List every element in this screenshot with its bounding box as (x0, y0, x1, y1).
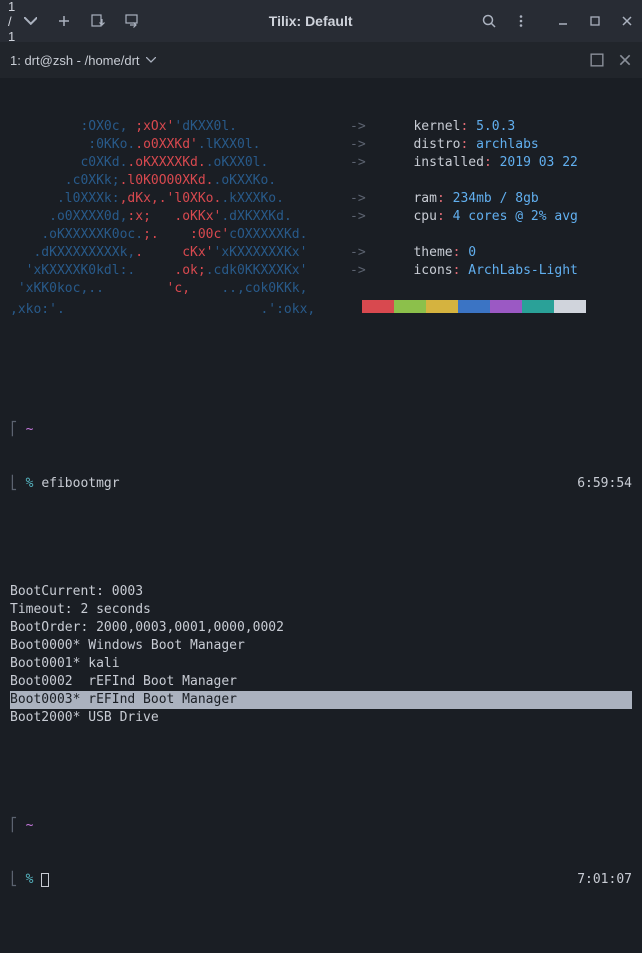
new-terminal-down-button[interactable] (91, 14, 105, 28)
output-line: Timeout: 2 seconds (10, 601, 632, 619)
color-swatch (490, 300, 522, 313)
close-button[interactable] (620, 14, 634, 28)
chevron-down-icon (146, 57, 156, 63)
session-tab[interactable]: 1: drt@zsh - /home/drt (10, 53, 156, 68)
fetch-line: c0XKd..oKXXXXKd..oKXX0l. -> installed: 2… (10, 154, 632, 172)
output-line: Boot0001* kali (10, 655, 632, 673)
fetch-line: .c0XKk;.l0K0O00XKd..oKXXKo. (10, 172, 632, 190)
window-titlebar: 1 / 1 Tilix: Default (0, 0, 642, 42)
pane-maximize-icon[interactable] (590, 53, 604, 67)
fetch-line: 'xKK0koc,.. 'c, ..,cok0KKk, (10, 280, 632, 298)
color-swatch (458, 300, 490, 313)
pane-close-icon[interactable] (618, 53, 632, 67)
search-icon[interactable] (482, 14, 496, 28)
prompt-2: ⎡ ~ ⎣ % 7:01:07 (10, 781, 632, 925)
new-tab-button[interactable] (57, 14, 71, 28)
fetch-line: 'xKXXXXK0kdl:. .ok;.cdk0KKXXXKx' -> icon… (10, 262, 632, 280)
menu-icon[interactable] (514, 14, 528, 28)
prompt-1: ⎡ ~ ⎣ % efibootmgr6:59:54 (10, 385, 632, 529)
session-tabbar: 1: drt@zsh - /home/drt (0, 42, 642, 78)
color-swatch (554, 300, 586, 313)
minimize-button[interactable] (556, 14, 570, 28)
command-input: efibootmgr (41, 476, 119, 491)
output-line: Boot0002 rEFInd Boot Manager (10, 673, 632, 691)
terminal-content[interactable]: :OX0c, ;xOx''dKXX0l. -> kernel: 5.0.3 :0… (0, 78, 642, 953)
output-line: Boot0003* rEFInd Boot Manager (10, 691, 632, 709)
output-line: Boot0000* Windows Boot Manager (10, 637, 632, 655)
output-line: BootCurrent: 0003 (10, 583, 632, 601)
color-swatch (362, 300, 394, 313)
new-terminal-right-button[interactable] (125, 14, 139, 28)
command-output: BootCurrent: 0003Timeout: 2 secondsBootO… (10, 583, 632, 727)
timestamp: 7:01:07 (577, 871, 632, 889)
window-title: Tilix: Default (139, 13, 482, 29)
sysfetch-output: :OX0c, ;xOx''dKXX0l. -> kernel: 5.0.3 :0… (10, 118, 632, 319)
fetch-line: .oKXXXXXK0oc.;. :00c'cOXXXXXKd. (10, 226, 632, 244)
color-swatches (362, 300, 586, 313)
fetch-line: :0KKo..o0XXKd'.lKXX0l. -> distro: archla… (10, 136, 632, 154)
cursor (41, 873, 49, 887)
color-swatch (522, 300, 554, 313)
fetch-line: :OX0c, ;xOx''dKXX0l. -> kernel: 5.0.3 (10, 118, 632, 136)
maximize-button[interactable] (588, 14, 602, 28)
output-line: Boot2000* USB Drive (10, 709, 632, 727)
fetch-line: .l0XXXk:,dKx,.'l0XKo..kXXXKo. -> ram: 23… (10, 190, 632, 208)
output-line: BootOrder: 2000,0003,0001,0000,0002 (10, 619, 632, 637)
color-swatch (394, 300, 426, 313)
fetch-line: .o0XXXX0d,:x; .oKKx'.dXKXXKd. -> cpu: 4 … (10, 208, 632, 226)
tab-counter[interactable]: 1 / 1 (8, 0, 37, 44)
fetch-line: .dKXXXXXXXXk,. cKx''xKXXXXXXKx' -> theme… (10, 244, 632, 262)
color-swatch (426, 300, 458, 313)
timestamp: 6:59:54 (577, 475, 632, 493)
fetch-line: ,xko:'. .':okx, (10, 298, 632, 319)
